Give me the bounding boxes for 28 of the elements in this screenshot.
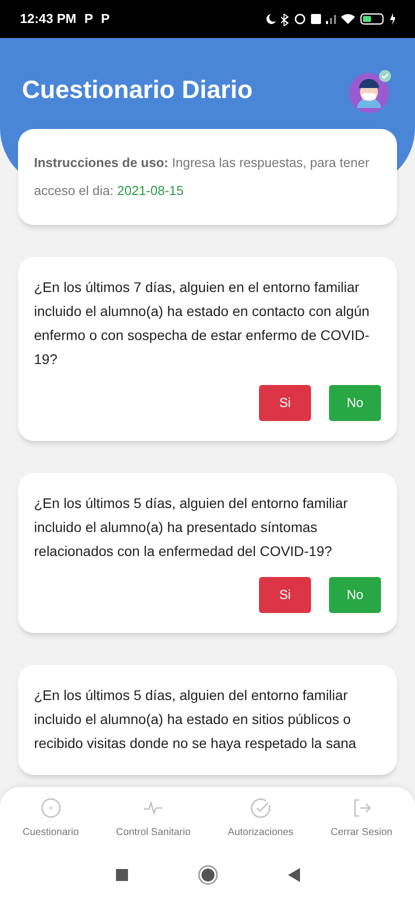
- instructions-text: Instrucciones de uso: Ingresa las respuestas, para tener acceso el dia: 2021-08-15: [34, 154, 370, 200]
- nav-tab[interactable]: Cuestionario: [22, 797, 79, 840]
- question-text: ¿En los últimos 5 días, alguien del entorno familiar incluido el alumno(a) ha presentado síntomas relacionados con la enfermedad del COVID-19?: [34, 494, 349, 561]
- bluetooth-icon: [281, 12, 289, 26]
- question-text: ¿En los últimos 5 días, alguien del entorno familiar incluido el alumno(a) ha estado en sitios públicos o recibido visitas donde no se haya respetado la sana: [34, 686, 358, 753]
- notification-icon: P: [101, 9, 110, 29]
- wifi-icon: [341, 14, 355, 24]
- battery-icon: [360, 13, 384, 25]
- answer-button[interactable]: No: [329, 577, 381, 613]
- answer-button[interactable]: Si: [259, 385, 311, 421]
- question-text: ¿En los últimos 7 días, alguien en el entorno familiar incluido el alumno(a) ha estado en contacto con algún enfermo o con sospecha de estar enfermo de COVID-19?: [34, 278, 370, 369]
- page-title: Cuestionario Diario: [22, 75, 253, 106]
- circle-icon: [40, 797, 62, 819]
- nav-tab[interactable]: Autorizaciones: [228, 797, 294, 840]
- nav-tab[interactable]: Control Sanitario: [116, 797, 191, 840]
- notification-icon: P: [84, 9, 94, 29]
- charging-icon: [389, 13, 395, 25]
- answer-button[interactable]: Si: [259, 577, 311, 613]
- back-icon[interactable]: [288, 868, 300, 882]
- check-circle-icon: [250, 797, 272, 819]
- answer-button[interactable]: No: [329, 385, 381, 421]
- nav-tab[interactable]: Cerrar Sesion: [330, 797, 392, 840]
- avatar-icon: [347, 68, 393, 114]
- status-time: 12:43 PM: [20, 10, 76, 28]
- home-icon[interactable]: [198, 865, 218, 885]
- moon-icon: [265, 13, 276, 25]
- signal-icon: [326, 14, 336, 24]
- recents-icon[interactable]: [116, 869, 128, 881]
